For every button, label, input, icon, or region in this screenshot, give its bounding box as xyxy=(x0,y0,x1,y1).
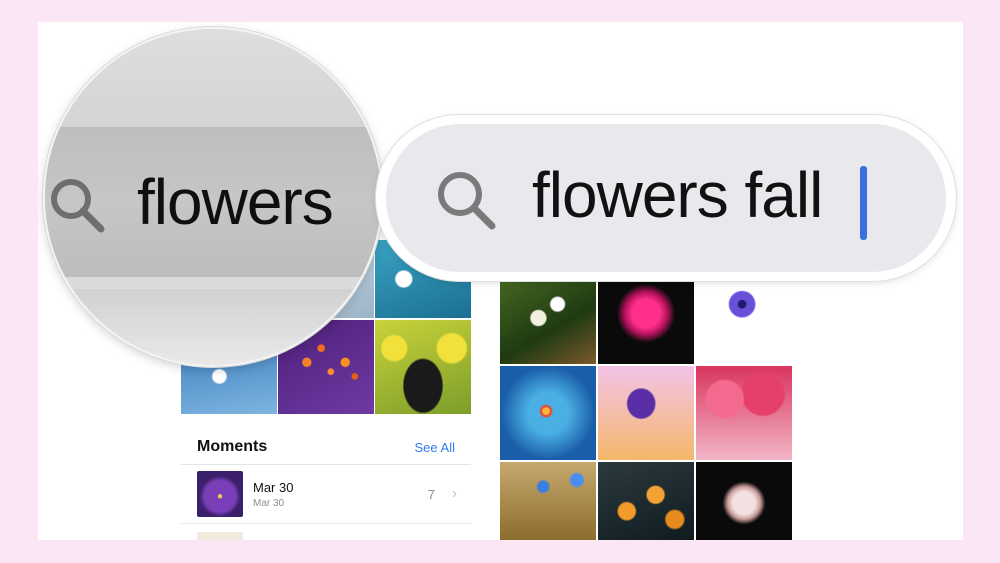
moment-thumbnail-next[interactable] xyxy=(197,532,243,540)
moments-section-header: Moments See All xyxy=(181,430,471,465)
moment-title: Mar 30 xyxy=(253,480,294,495)
chevron-right-icon: › xyxy=(452,485,457,502)
photo-thumbnail[interactable] xyxy=(500,366,596,460)
search-icon xyxy=(51,179,105,233)
photo-thumbnail[interactable] xyxy=(500,462,596,540)
moments-title: Moments xyxy=(197,438,268,455)
search-field-zoomed: flowers fall xyxy=(376,115,956,281)
photo-thumbnail[interactable] xyxy=(375,320,471,414)
photo-thumbnail[interactable] xyxy=(500,272,596,364)
photo-thumbnail[interactable] xyxy=(696,272,792,364)
search-query-text: flowers fall xyxy=(532,159,823,231)
magnified-query-text: flowers xyxy=(137,166,334,238)
photo-thumbnail[interactable] xyxy=(598,272,694,364)
screenshot-canvas: Moments See All Mar 30 Mar 30 7 › flower… xyxy=(38,22,963,540)
search-input[interactable]: flowers fall xyxy=(386,124,946,272)
photo-thumbnail[interactable] xyxy=(598,462,694,540)
photo-thumbnail[interactable] xyxy=(598,366,694,460)
moment-count: 7 xyxy=(427,487,435,502)
moment-subtitle: Mar 30 xyxy=(253,498,285,509)
text-caret xyxy=(860,166,867,240)
search-icon xyxy=(438,172,496,230)
photo-grid-right xyxy=(500,272,792,540)
see-all-link[interactable]: See All xyxy=(415,440,455,455)
moment-thumbnail xyxy=(197,471,243,517)
photo-thumbnail[interactable] xyxy=(696,462,792,540)
moment-row[interactable]: Mar 30 Mar 30 7 › xyxy=(181,467,471,524)
photo-thumbnail[interactable] xyxy=(696,366,792,460)
magnified-search-field: flowers xyxy=(43,27,383,367)
